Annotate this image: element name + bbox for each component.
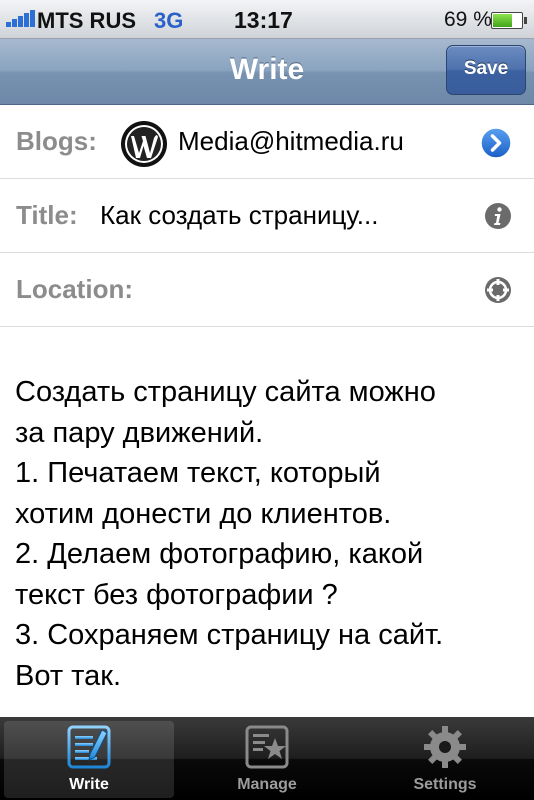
battery-icon (491, 12, 527, 29)
location-row[interactable]: Location: (0, 253, 534, 327)
network-type: 3G (154, 8, 184, 33)
blogs-label: Blogs: (16, 126, 97, 156)
location-label: Location: (16, 274, 133, 304)
tab-manage-label: Manage (237, 776, 297, 793)
carrier-name: MTS RUS (37, 8, 136, 33)
battery-percentage: 69 % (444, 8, 492, 31)
content-line: 2. Делаем фотографию, какой (15, 538, 424, 570)
write-icon (67, 725, 111, 769)
title-field[interactable]: Как создать страницу... (100, 179, 450, 252)
tab-write[interactable]: Write (4, 721, 174, 798)
title-row[interactable]: Title: Как создать страницу... (0, 179, 534, 253)
info-icon[interactable] (484, 202, 512, 230)
tab-write-label: Write (69, 776, 109, 793)
title-label: Title: (16, 200, 78, 230)
location-crosshair-icon[interactable] (484, 276, 512, 304)
tab-settings[interactable]: Settings (360, 721, 530, 798)
navigation-bar: Write Save (0, 39, 534, 105)
post-content-editor[interactable]: Создать страницу сайта можно за пару дви… (15, 372, 520, 696)
save-button[interactable]: Save (446, 45, 526, 95)
content-line: текст без фотографии ? (15, 578, 338, 611)
gear-icon (424, 726, 466, 768)
status-bar: MTS RUS 3G 13:17 69 % (0, 0, 534, 39)
status-time: 13:17 (234, 7, 293, 33)
tab-manage[interactable]: Manage (182, 721, 352, 798)
content-line: Создать страницу сайта можно (15, 376, 436, 408)
content-line: за пару движений. (15, 416, 264, 449)
content-line: хотим донести до клиентов. (15, 497, 392, 530)
content-line: 1. Печатаем текст, который (15, 457, 381, 489)
content-line: Вот так. (15, 659, 122, 692)
tab-bar: Write Manage Settings (0, 717, 534, 800)
chevron-right-icon[interactable] (480, 127, 512, 159)
wordpress-logo-icon (121, 121, 167, 167)
blog-name: Media@hitmedia.ru (178, 126, 404, 156)
content-line: 3. Сохраняем страницу на сайт. (15, 619, 444, 651)
manage-icon (245, 725, 289, 769)
tab-settings-label: Settings (413, 776, 477, 793)
blogs-row[interactable]: Blogs: Media@hitmedia.ru (0, 105, 534, 179)
